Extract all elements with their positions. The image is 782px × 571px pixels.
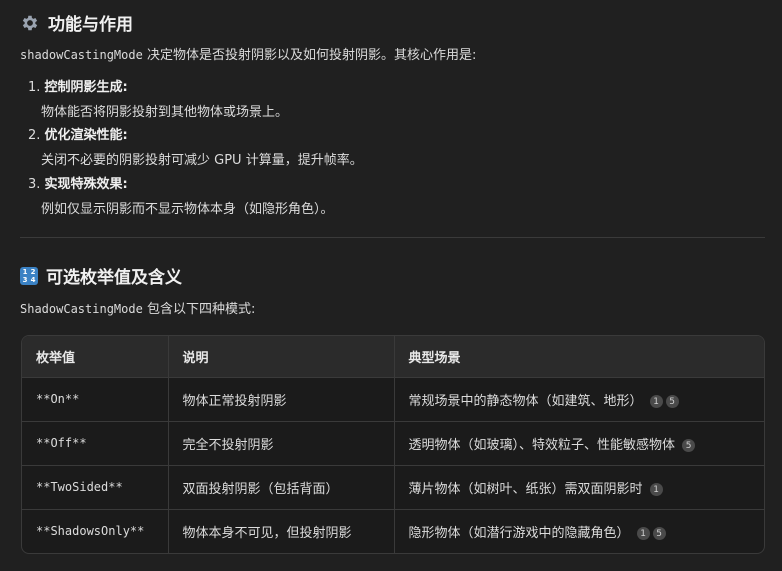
enum-desc: 物体本身不可见，但投射阴影 xyxy=(168,509,395,553)
numbers-icon: 1234 xyxy=(20,266,38,285)
table-row: **On** 物体正常投射阴影 常规场景中的静态物体（如建筑、地形） 15 xyxy=(22,377,764,422)
enum-value: **Off** xyxy=(22,421,169,466)
list-item-desc: 物体能否将阴影投射到其他物体或场景上。 xyxy=(41,105,289,120)
table-header-row: 枚举值 说明 典型场景 xyxy=(22,336,764,378)
enum-intro-paragraph: ShadowCastingMode 包含以下四种模式: xyxy=(20,298,255,317)
list-item: 2. 优化渲染性能: 关闭不必要的阴影投射可减少 GPU 计算量，提升帧率。 xyxy=(28,124,363,173)
citation-badge[interactable]: 5 xyxy=(682,439,696,452)
list-item-title: 优化渲染性能: xyxy=(44,128,128,143)
list-item-title: 控制阴影生成: xyxy=(44,80,128,95)
list-number: 1. xyxy=(28,80,41,95)
intro-text: 决定物体是否投射阴影以及如何投射阴影。其核心作用是: xyxy=(142,48,477,63)
gear-icon xyxy=(20,13,40,33)
list-item: 3. 实现特殊效果: 例如仅显示阴影而不显示物体本身（如隐形角色）。 xyxy=(28,173,363,221)
enum-scene: 薄片物体（如树叶、纸张）需双面阴影时 1 xyxy=(394,465,764,510)
intro-paragraph: shadowCastingMode 决定物体是否投射阴影以及如何投射阴影。其核心… xyxy=(20,44,476,63)
citation-badge[interactable]: 1 xyxy=(636,527,650,541)
table-row: **TwoSided** 双面投射阴影（包括背面） 薄片物体（如树叶、纸张）需双… xyxy=(22,465,764,510)
table-row: **ShadowsOnly** 物体本身不可见，但投射阴影 隐形物体（如潜行游戏… xyxy=(22,509,764,553)
citation-badge[interactable]: 1 xyxy=(649,395,663,408)
list-number: 2. xyxy=(28,128,41,143)
enum-value: **ShadowsOnly** xyxy=(22,509,169,553)
list-item: 1. 控制阴影生成: 物体能否将阴影投射到其他物体或场景上。 xyxy=(28,76,363,124)
enum-desc: 物体正常投射阴影 xyxy=(168,377,395,422)
citation-badge[interactable]: 1 xyxy=(649,483,663,496)
function-list: 1. 控制阴影生成: 物体能否将阴影投射到其他物体或场景上。 2. 优化渲染性能… xyxy=(28,76,363,221)
table-row: **Off** 完全不投射阴影 透明物体（如玻璃）、特效粒子、性能敏感物体 5 xyxy=(22,421,764,466)
enum-value: **On** xyxy=(22,377,169,422)
section-title: 功能与作用 xyxy=(48,15,133,35)
divider xyxy=(20,237,765,238)
inline-code: ShadowCastingMode xyxy=(20,302,143,316)
section-title: 可选枚举值及含义 xyxy=(46,268,182,288)
intro-text: 包含以下四种模式: xyxy=(142,302,256,317)
section-heading-function: 功能与作用 xyxy=(20,10,133,35)
list-item-desc: 例如仅显示阴影而不显示物体本身（如隐形角色）。 xyxy=(41,202,334,217)
enum-scene: 隐形物体（如潜行游戏中的隐藏角色） 15 xyxy=(394,509,764,553)
list-item-title: 实现特殊效果: xyxy=(44,177,128,192)
citation-badge[interactable]: 5 xyxy=(665,395,679,408)
enum-value: **TwoSided** xyxy=(22,465,169,510)
enum-table: 枚举值 说明 典型场景 **On** 物体正常投射阴影 常规场景中的静态物体（如… xyxy=(21,335,765,554)
enum-scene: 透明物体（如玻璃）、特效粒子、性能敏感物体 5 xyxy=(394,421,764,466)
column-header: 典型场景 xyxy=(394,336,764,378)
list-number: 3. xyxy=(28,177,41,192)
list-item-desc: 关闭不必要的阴影投射可减少 GPU 计算量，提升帧率。 xyxy=(41,153,363,168)
enum-scene: 常规场景中的静态物体（如建筑、地形） 15 xyxy=(394,377,764,422)
section-heading-enum: 1234 可选枚举值及含义 xyxy=(20,263,182,288)
citation-badge[interactable]: 5 xyxy=(652,527,666,541)
enum-desc: 完全不投射阴影 xyxy=(168,421,395,466)
column-header: 枚举值 xyxy=(22,336,169,378)
column-header: 说明 xyxy=(168,336,395,378)
enum-desc: 双面投射阴影（包括背面） xyxy=(168,465,395,510)
inline-code: shadowCastingMode xyxy=(20,48,143,62)
